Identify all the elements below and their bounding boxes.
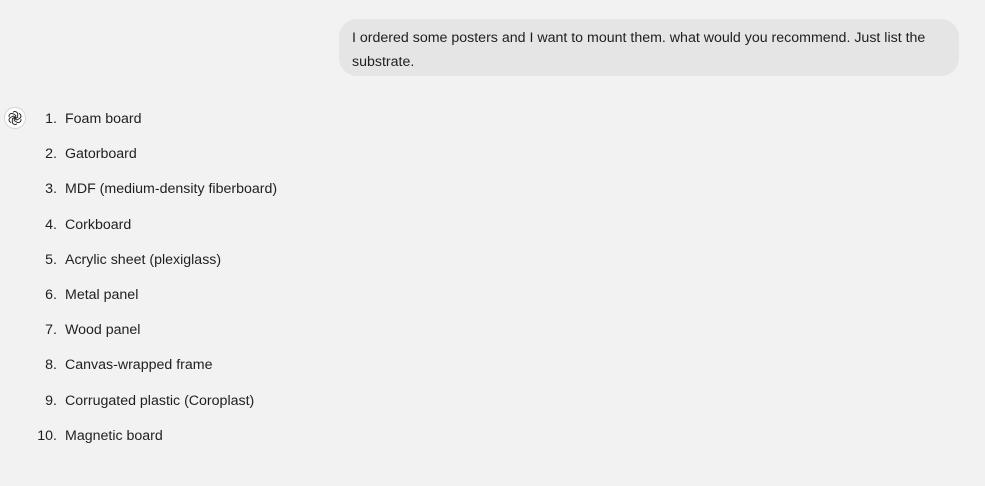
list-item-number: 6.	[45, 286, 57, 303]
list-item-number: 7.	[45, 322, 57, 339]
list-item-text: Metal panel	[65, 286, 139, 303]
list-item-text: MDF (medium-density fiberboard)	[65, 181, 278, 198]
list-item-number: 9.	[45, 392, 57, 409]
list-item-number: 2.	[45, 146, 57, 163]
list-item-number: 1.	[45, 111, 57, 127]
list-item-text: Canvas-wrapped frame	[65, 357, 213, 374]
list-item-text: Wood panel	[65, 322, 141, 339]
list-item-text: Foam board	[65, 111, 142, 127]
list-item-number: 5.	[45, 251, 57, 268]
chat-page: I ordered some posters and I want to mou…	[0, 0, 985, 486]
list-item-number: 10.	[37, 427, 57, 444]
list-item-text: Corrugated plastic (Coroplast)	[65, 392, 255, 409]
list-item-number: 4.	[45, 216, 57, 233]
list-item-number: 8.	[45, 357, 57, 374]
user-message-text: I ordered some posters and I want to mou…	[352, 30, 926, 70]
list-item-text: Acrylic sheet (plexiglass)	[65, 251, 222, 268]
user-message-bubble: I ordered some posters and I want to mou…	[339, 19, 959, 76]
list-item-text: Corkboard	[65, 216, 132, 233]
list-item-text: Gatorboard	[65, 146, 137, 163]
list-item-text: Magnetic board	[65, 427, 163, 444]
list-item-number: 3.	[45, 181, 57, 198]
